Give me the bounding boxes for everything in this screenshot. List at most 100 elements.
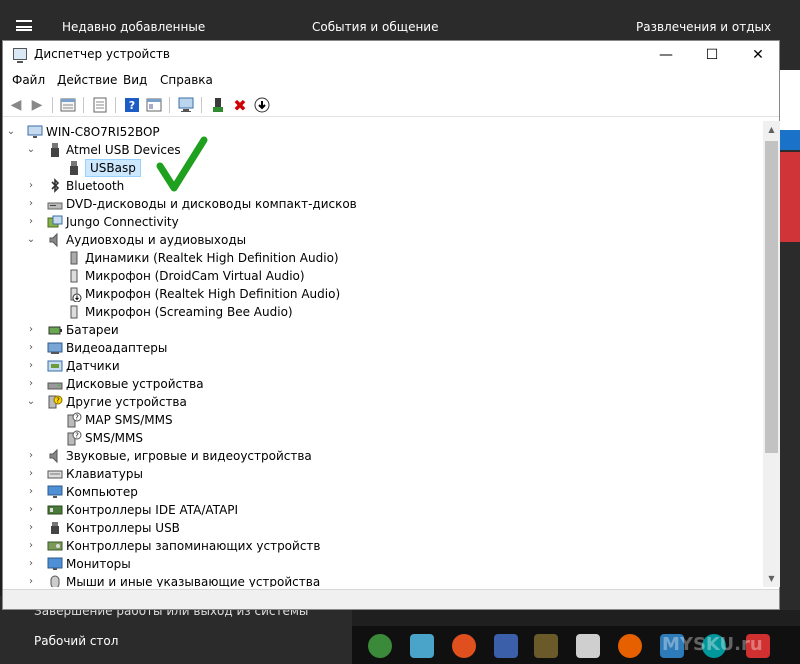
expand-icon[interactable]: › bbox=[25, 504, 37, 516]
jungo-icon bbox=[47, 214, 63, 230]
expand-icon[interactable]: › bbox=[25, 378, 37, 390]
storage-controller-icon bbox=[47, 538, 63, 554]
tree-category-usb[interactable]: › Контроллеры USB bbox=[29, 519, 180, 537]
back-icon[interactable]: ◀ bbox=[7, 96, 25, 114]
usb-device-icon bbox=[47, 142, 63, 158]
expand-icon[interactable]: › bbox=[25, 486, 37, 498]
unknown-device-icon: ? bbox=[66, 412, 82, 428]
android-icon[interactable] bbox=[368, 634, 392, 658]
tree-label: Контроллеры IDE ATA/ATAPI bbox=[66, 503, 239, 517]
tree-category-sensors[interactable]: › Датчики bbox=[29, 357, 120, 375]
menu-file[interactable]: Файл bbox=[12, 73, 45, 87]
help-icon[interactable]: ? bbox=[123, 96, 141, 114]
background-tiles bbox=[780, 40, 800, 610]
expand-icon[interactable]: › bbox=[25, 216, 37, 228]
app-icon[interactable] bbox=[410, 634, 434, 658]
menu-view[interactable]: Вид bbox=[123, 73, 147, 87]
watermark: MYSKU.ru bbox=[662, 634, 763, 655]
opera-icon[interactable] bbox=[452, 634, 476, 658]
tree-label: Дисковые устройства bbox=[66, 377, 204, 391]
tree-label: DVD-дисководы и дисководы компакт-дисков bbox=[66, 197, 357, 211]
properties-icon[interactable] bbox=[59, 96, 77, 114]
tree-device-mic-screaming[interactable]: Микрофон (Screaming Bee Audio) bbox=[66, 303, 293, 321]
expand-icon[interactable]: › bbox=[25, 576, 37, 587]
tree-root[interactable]: ⌄ WIN-C8O7RI52BOP bbox=[7, 123, 160, 141]
tree-category-disks[interactable]: › Дисковые устройства bbox=[29, 375, 204, 393]
terminal-icon[interactable] bbox=[534, 634, 558, 658]
bluetooth-icon bbox=[47, 178, 63, 194]
hamburger-menu-icon[interactable] bbox=[16, 20, 32, 31]
tree-label: Мониторы bbox=[66, 557, 131, 571]
tree-label: Компьютер bbox=[66, 485, 138, 499]
download-icon[interactable] bbox=[253, 96, 271, 114]
tree-category-dvd[interactable]: › DVD-дисководы и дисководы компакт-диск… bbox=[29, 195, 357, 213]
tree-device-mic-realtek[interactable]: Микрофон (Realtek High Definition Audio) bbox=[66, 285, 340, 303]
tree-label: SMS/MMS bbox=[85, 431, 143, 445]
tree-device-map-sms[interactable]: ? MAP SMS/MMS bbox=[66, 411, 173, 429]
network-icon[interactable] bbox=[494, 634, 518, 658]
tree-device-usbasp[interactable]: USBasp bbox=[66, 159, 141, 177]
device-icon[interactable] bbox=[576, 634, 600, 658]
toolbar: ◀ ▶ ? ✖ bbox=[3, 93, 779, 117]
tree-device-sms-mms[interactable]: ? SMS/MMS bbox=[66, 429, 143, 447]
tree-label: Другие устройства bbox=[66, 395, 187, 409]
window-view-icon[interactable] bbox=[145, 96, 163, 114]
mouse-icon bbox=[47, 574, 63, 587]
tree-category-video[interactable]: › Видеоадаптеры bbox=[29, 339, 168, 357]
expand-icon[interactable]: › bbox=[25, 450, 37, 462]
scroll-up-icon[interactable]: ▲ bbox=[763, 121, 780, 138]
expand-icon[interactable]: › bbox=[25, 522, 37, 534]
collapse-icon[interactable]: ⌄ bbox=[25, 396, 37, 408]
title-bar[interactable]: Диспетчер устройств — ☐ ✕ bbox=[3, 41, 779, 69]
tree-label: Видеоадаптеры bbox=[66, 341, 168, 355]
menu-help[interactable]: Справка bbox=[160, 73, 213, 87]
tree-category-storage[interactable]: › Контроллеры запоминающих устройств bbox=[29, 537, 320, 555]
maximize-button[interactable]: ☐ bbox=[689, 41, 735, 69]
expand-icon[interactable]: › bbox=[25, 540, 37, 552]
tree-category-bluetooth[interactable]: › Bluetooth bbox=[29, 177, 124, 195]
list-view-icon[interactable] bbox=[91, 96, 109, 114]
tree-device-speakers[interactable]: Динамики (Realtek High Definition Audio) bbox=[66, 249, 339, 267]
unknown-device-icon: ? bbox=[47, 394, 63, 410]
delete-icon[interactable]: ✖ bbox=[231, 96, 249, 115]
tree-category-other[interactable]: ⌄ ? Другие устройства bbox=[27, 393, 187, 411]
minimize-button[interactable]: — bbox=[643, 41, 689, 69]
close-button[interactable]: ✕ bbox=[735, 41, 781, 69]
window-title: Диспетчер устройств bbox=[34, 47, 171, 61]
tree-label: Звуковые, игровые и видеоустройства bbox=[66, 449, 312, 463]
expand-icon[interactable]: › bbox=[25, 342, 37, 354]
scroll-thumb[interactable] bbox=[765, 141, 778, 453]
expand-icon[interactable]: › bbox=[25, 180, 37, 192]
expand-icon[interactable]: › bbox=[25, 198, 37, 210]
tree-category-sound-game[interactable]: › Звуковые, игровые и видеоустройства bbox=[29, 447, 312, 465]
tree-label: Микрофон (Screaming Bee Audio) bbox=[85, 305, 293, 319]
expand-icon[interactable]: › bbox=[25, 468, 37, 480]
expand-icon[interactable]: › bbox=[25, 324, 37, 336]
tree-category-computer[interactable]: › Компьютер bbox=[29, 483, 138, 501]
vertical-scrollbar[interactable]: ▲ ▼ bbox=[763, 121, 780, 587]
tree-category-jungo[interactable]: › Jungo Connectivity bbox=[29, 213, 179, 231]
tree-device-mic-droidcam[interactable]: Микрофон (DroidCam Virtual Audio) bbox=[66, 267, 305, 285]
firefox-icon[interactable] bbox=[618, 634, 642, 658]
microphone-icon bbox=[66, 304, 82, 320]
collapse-icon[interactable]: ⌄ bbox=[25, 234, 37, 246]
desktop-item[interactable]: Рабочий стол bbox=[34, 634, 118, 648]
tree-category-monitors[interactable]: › Мониторы bbox=[29, 555, 131, 573]
tree-category-ide[interactable]: › Контроллеры IDE ATA/ATAPI bbox=[29, 501, 239, 519]
tree-category-audio-io[interactable]: ⌄ Аудиовходы и аудиовыходы bbox=[27, 231, 247, 249]
tree-category-keyboards[interactable]: › Клавиатуры bbox=[29, 465, 143, 483]
svg-text:?: ? bbox=[75, 414, 79, 422]
forward-icon[interactable]: ▶ bbox=[28, 96, 46, 114]
tree-label: Динамики (Realtek High Definition Audio) bbox=[85, 251, 339, 265]
update-driver-icon[interactable] bbox=[209, 96, 227, 114]
collapse-icon[interactable]: ⌄ bbox=[25, 144, 37, 156]
tree-category-batteries[interactable]: › Батареи bbox=[29, 321, 119, 339]
collapse-icon[interactable]: ⌄ bbox=[5, 126, 17, 138]
scroll-down-icon[interactable]: ▼ bbox=[763, 570, 780, 587]
tree-category-mice[interactable]: › Мыши и иные указывающие устройства bbox=[29, 573, 320, 587]
expand-icon[interactable]: › bbox=[25, 360, 37, 372]
tree-label: Аудиовходы и аудиовыходы bbox=[66, 233, 247, 247]
expand-icon[interactable]: › bbox=[25, 558, 37, 570]
scan-hardware-icon[interactable] bbox=[177, 96, 195, 114]
menu-action[interactable]: Действие bbox=[57, 73, 117, 87]
